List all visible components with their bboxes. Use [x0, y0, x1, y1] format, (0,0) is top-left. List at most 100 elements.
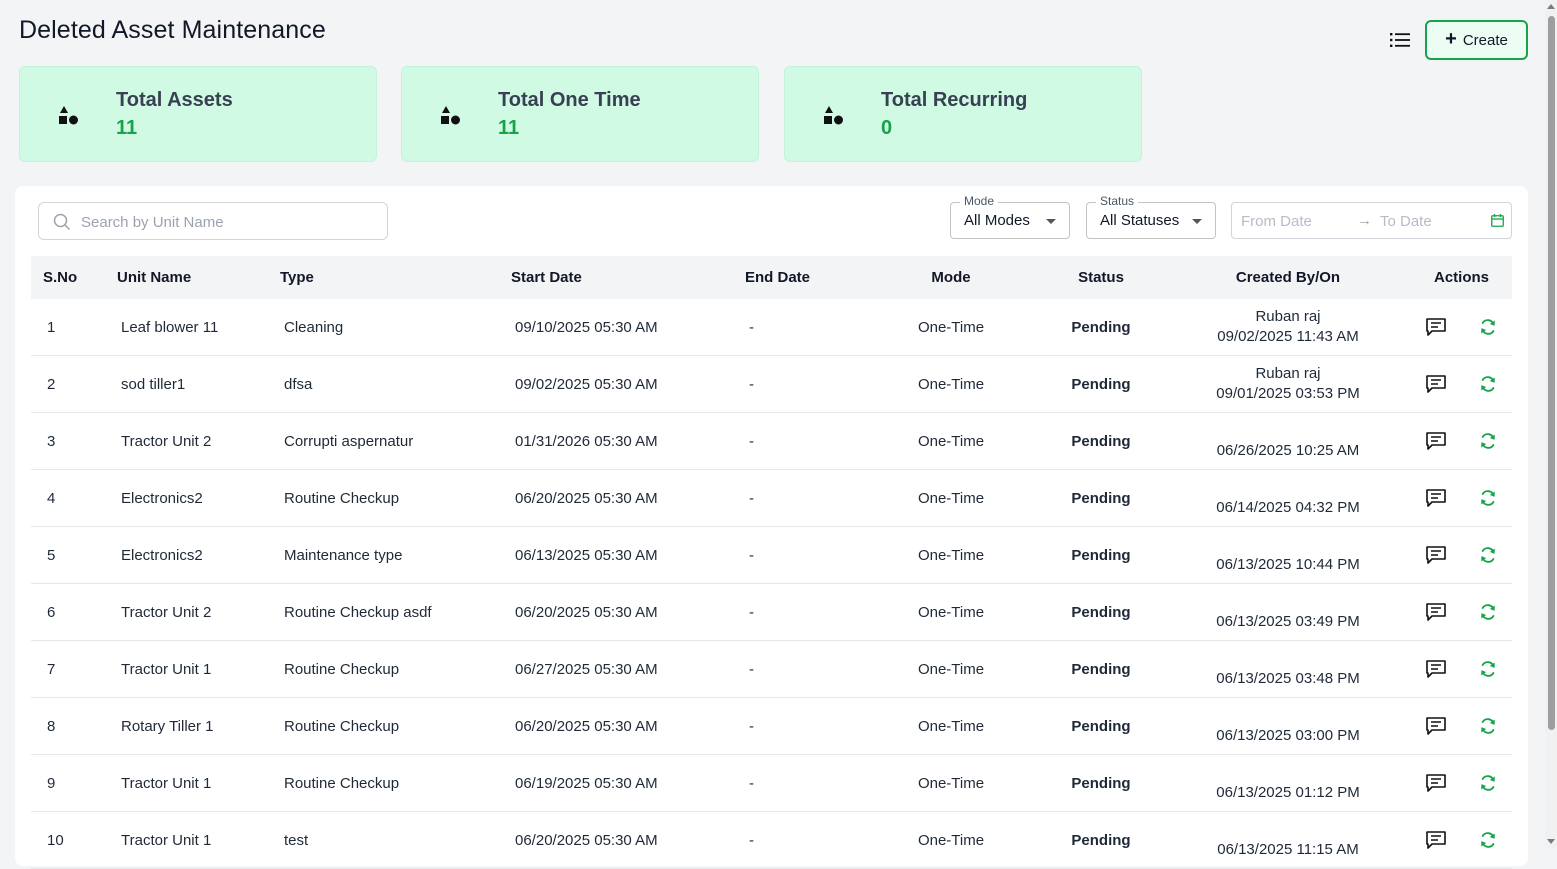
- header-start-date[interactable]: Start Date: [511, 256, 745, 299]
- page-title: Deleted Asset Maintenance: [19, 16, 326, 44]
- chevron-down-icon: [1192, 219, 1202, 224]
- comment-icon: [1425, 375, 1446, 393]
- restore-button[interactable]: [1476, 486, 1500, 510]
- comment-button[interactable]: [1424, 429, 1448, 453]
- cell-created: Ruban raj 09/02/2025 11:43 AM: [1165, 299, 1411, 356]
- cell-sno: 5: [31, 526, 117, 584]
- search-input[interactable]: [79, 203, 383, 241]
- to-date-input[interactable]: To Date: [1380, 213, 1432, 230]
- table-row[interactable]: 5 Electronics2 Maintenance type 06/13/2025 …: [31, 526, 1512, 584]
- calendar-icon[interactable]: [1491, 214, 1504, 227]
- table-row[interactable]: 1 Leaf blower 11 Cleaning 09/10/2025 05:30 …: [31, 299, 1512, 356]
- cell-type: Routine Checkup asdf: [280, 583, 511, 641]
- comment-button[interactable]: [1424, 600, 1448, 624]
- comment-icon: [1425, 546, 1446, 564]
- header-end-date[interactable]: End Date: [745, 256, 865, 299]
- cell-mode: One-Time: [865, 355, 1037, 413]
- cell-start-date: 06/20/2025 05:30 AM: [511, 469, 745, 527]
- cell-unit-name: Tractor Unit 2: [117, 583, 280, 641]
- comment-button[interactable]: [1424, 486, 1448, 510]
- restore-button[interactable]: [1476, 543, 1500, 567]
- header-sno[interactable]: S.No: [31, 256, 117, 299]
- comment-button[interactable]: [1424, 828, 1448, 852]
- restore-icon: [1480, 319, 1495, 335]
- restore-icon: [1480, 490, 1495, 506]
- restore-button[interactable]: [1476, 315, 1500, 339]
- created-on: 06/13/2025 03:00 PM: [1216, 727, 1360, 744]
- cell-sno: 9: [31, 754, 117, 812]
- cell-actions: [1411, 526, 1512, 584]
- created-by: Ruban raj: [1255, 308, 1321, 325]
- scroll-up-arrow[interactable]: [1547, 4, 1555, 9]
- scrollbar-thumb[interactable]: [1548, 16, 1555, 730]
- created-by: [1165, 706, 1411, 726]
- header-type[interactable]: Type: [280, 256, 511, 299]
- restore-icon: [1480, 661, 1495, 677]
- mode-select-value: All Modes: [964, 212, 1030, 229]
- header-unit-name[interactable]: Unit Name: [117, 256, 280, 299]
- comment-button[interactable]: [1424, 543, 1448, 567]
- stat-value: 11: [116, 117, 138, 139]
- cell-sno: 4: [31, 469, 117, 527]
- stat-card-total-recurring: Total Recurring 0: [784, 66, 1142, 162]
- from-date-input[interactable]: From Date: [1241, 213, 1312, 230]
- cell-sno: 6: [31, 583, 117, 641]
- cell-mode: One-Time: [865, 640, 1037, 698]
- status-badge: Pending: [1037, 469, 1165, 527]
- plus-icon: +: [1445, 28, 1457, 50]
- table-row[interactable]: 4 Electronics2 Routine Checkup 06/20/2025 0…: [31, 469, 1512, 527]
- table-row[interactable]: 9 Tractor Unit 1 Routine Checkup 06/19/2025…: [31, 754, 1512, 812]
- cell-end-date: -: [745, 299, 865, 356]
- status-select[interactable]: Status All Statuses: [1086, 194, 1216, 239]
- stat-label: Total Recurring: [881, 89, 1028, 111]
- table-row[interactable]: 8 Rotary Tiller 1 Routine Checkup 06/20/202…: [31, 697, 1512, 755]
- header-mode[interactable]: Mode: [865, 256, 1037, 299]
- mode-select[interactable]: Mode All Modes: [950, 194, 1070, 239]
- comment-button[interactable]: [1424, 657, 1448, 681]
- table-row[interactable]: 2 sod tiller1 dfsa 09/02/2025 05:30 AM - One-…: [31, 355, 1512, 413]
- created-on: 06/13/2025 03:48 PM: [1216, 670, 1360, 687]
- shapes-icon: [441, 106, 460, 125]
- restore-button[interactable]: [1476, 429, 1500, 453]
- cell-mode: One-Time: [865, 299, 1037, 356]
- date-range-picker[interactable]: From Date → To Date: [1231, 202, 1512, 239]
- restore-button[interactable]: [1476, 828, 1500, 852]
- scroll-down-arrow[interactable]: [1547, 839, 1555, 844]
- cell-created: 06/14/2025 04:32 PM: [1165, 469, 1411, 527]
- page-scrollbar[interactable]: [1545, 0, 1557, 848]
- cell-type: Cleaning: [280, 299, 511, 356]
- header-created[interactable]: Created By/On: [1165, 256, 1411, 299]
- stat-value: 11: [498, 117, 520, 139]
- table-row[interactable]: 3 Tractor Unit 2 Corrupti aspernatur 01/31/…: [31, 412, 1512, 470]
- restore-button[interactable]: [1476, 600, 1500, 624]
- comment-button[interactable]: [1424, 315, 1448, 339]
- restore-button[interactable]: [1476, 372, 1500, 396]
- created-on: 09/01/2025 03:53 PM: [1216, 385, 1360, 402]
- status-select-label: Status: [1096, 194, 1139, 208]
- cell-end-date: -: [745, 355, 865, 413]
- cell-actions: [1411, 583, 1512, 641]
- comment-icon: [1425, 831, 1446, 849]
- cell-end-date: -: [745, 697, 865, 755]
- header-status[interactable]: Status: [1037, 256, 1165, 299]
- comment-button[interactable]: [1424, 771, 1448, 795]
- list-view-button[interactable]: [1386, 28, 1414, 52]
- table-row[interactable]: 7 Tractor Unit 1 Routine Checkup 06/27/2025…: [31, 640, 1512, 698]
- table-panel: Mode All Modes Status All Statuses From …: [15, 186, 1528, 869]
- cell-end-date: -: [745, 754, 865, 812]
- create-button[interactable]: + Create: [1425, 20, 1528, 60]
- table-row[interactable]: 10 Tractor Unit 1 test 06/20/2025 05:30 AM -…: [31, 811, 1512, 869]
- cell-actions: [1411, 412, 1512, 470]
- restore-button[interactable]: [1476, 771, 1500, 795]
- restore-button[interactable]: [1476, 657, 1500, 681]
- cell-created: 06/13/2025 03:00 PM: [1165, 697, 1411, 755]
- status-select-value: All Statuses: [1100, 212, 1180, 229]
- cell-actions: [1411, 754, 1512, 812]
- created-on: 06/13/2025 10:44 PM: [1216, 556, 1360, 573]
- restore-button[interactable]: [1476, 714, 1500, 738]
- table-row[interactable]: 6 Tractor Unit 2 Routine Checkup asdf 06/20…: [31, 583, 1512, 641]
- comment-button[interactable]: [1424, 372, 1448, 396]
- comment-button[interactable]: [1424, 714, 1448, 738]
- comment-icon: [1425, 318, 1446, 336]
- maintenance-table: S.No Unit Name Type Start Date End Date …: [31, 256, 1512, 869]
